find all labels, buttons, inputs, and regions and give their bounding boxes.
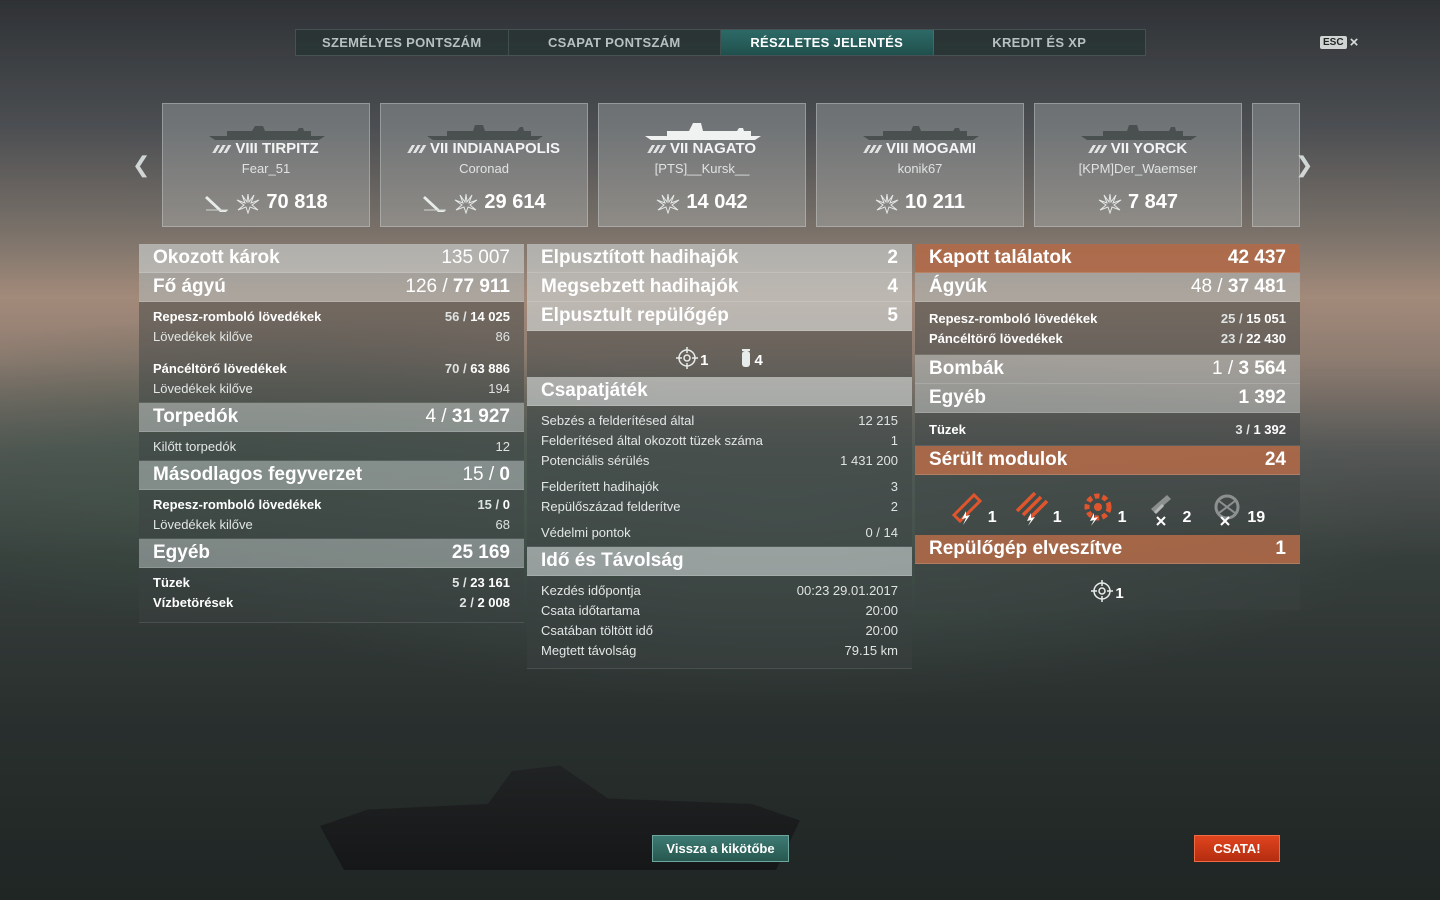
player-name: [KPM]Der_Waemser (1078, 161, 1198, 176)
tab-credits-xp[interactable]: KREDIT ÉS XP (934, 30, 1146, 55)
class-icon (861, 145, 883, 154)
ship-score: 14 042 (599, 191, 805, 214)
ship-card[interactable]: VIII MOGAMI konik67 10 211 (816, 103, 1024, 227)
torpedoes-header: Torpedók 4 / 31 927 (139, 403, 524, 432)
main-battery-damaged-icon (951, 492, 982, 525)
ship-score: 70 818 (163, 191, 369, 214)
other-damage-header: Egyéb 25 169 (139, 539, 524, 568)
ship-name: VII INDIANAPOLIS (381, 140, 587, 157)
ship-name: VII NAGATO (599, 140, 805, 157)
ship-silhouette-icon (863, 126, 979, 140)
carousel-prev-button[interactable]: ❮ (132, 152, 150, 178)
ship-card[interactable]: VII INDIANAPOLIS Coronad 29 614 (380, 103, 588, 227)
guns-details: Repesz-romboló lövedékek 25 / 15 051 Pánc… (915, 302, 1300, 355)
tab-detailed-report[interactable]: RÉSZLETES JELENTÉS (721, 30, 934, 55)
class-icon (1086, 145, 1108, 154)
planes-lost-header: Repülőgép elveszítve 1 (915, 535, 1300, 564)
player-name: [PTS]__Kursk__ (654, 161, 750, 176)
ship-card[interactable]: VII NAGATO [PTS]__Kursk__ 14 042 (598, 103, 806, 227)
class-icon (405, 145, 427, 154)
damage-burst-icon (1098, 193, 1122, 214)
guns-header: Ágyúk 48 / 37 481 (915, 273, 1300, 302)
teamplay-details: Sebzés a felderítésed által 12 215 Felder… (527, 406, 912, 547)
steering-gear-icon (1150, 495, 1171, 526)
return-to-port-button[interactable]: Vissza a kikötőbe (652, 835, 789, 862)
secondary-header: Másodlagos fegyverzet 15 / 0 (139, 461, 524, 490)
ship-score: 29 614 (381, 191, 587, 214)
player-name: Coronad (459, 161, 509, 176)
close-icon: × (1349, 34, 1359, 51)
tab-team-score[interactable]: CSAPAT PONTSZÁM (509, 30, 721, 55)
ship-card[interactable]: VII YORCK [KPM]Der_Waemser 7 847 (1034, 103, 1242, 227)
crosshair-icon (1091, 580, 1114, 602)
battle-button[interactable]: CSATA! (1194, 835, 1280, 862)
fighter-kills: 1 (676, 347, 709, 369)
damage-dealt-header: Okozott károk 135 007 (139, 244, 524, 273)
other-damage-details: Tüzek 5 / 23 161 Vízbetörések 2 / 2 008 (139, 568, 524, 623)
damaged-modules-header: Sérült modulok 24 (915, 446, 1300, 475)
planes-lost-breakdown: 1 (915, 564, 1300, 610)
aa-kills: 4 (739, 347, 763, 369)
secondary-details: Repesz-romboló lövedékek 15 / 0 Lövedékek… (139, 490, 524, 539)
damage-burst-icon (657, 193, 680, 214)
ship-name: VIII TIRPITZ (163, 140, 369, 157)
time-distance-header: Idő és Távolság (527, 547, 912, 576)
ships-destroyed-row: Elpusztított hadihajók 2 (527, 244, 912, 273)
crosshair-icon (676, 347, 699, 369)
other-received-header: Egyéb 1 392 (915, 384, 1300, 413)
ship-name: VIII MOGAMI (817, 140, 1023, 157)
tab-personal-score[interactable]: SZEMÉLYES PONTSZÁM (296, 30, 509, 55)
ships-damaged-row: Megsebzett hadihajók 4 (527, 273, 912, 302)
fighter-lost: 1 (1091, 580, 1124, 602)
torpedoes-details: Kilőtt torpedók 12 (139, 432, 524, 461)
planes-destroyed-breakdown: 1 4 (527, 331, 912, 377)
player-name: konik67 (897, 161, 943, 176)
time-distance-details: Kezdés időpontja 00:23 29.01.2017 Csata i… (527, 576, 912, 669)
close-button[interactable]: ESC × (1320, 34, 1358, 51)
class-icon (211, 145, 232, 154)
ship-card-partial[interactable] (1252, 103, 1300, 227)
ship-score: 10 211 (817, 191, 1023, 214)
class-icon (645, 145, 667, 154)
engine-damaged-icon (1084, 493, 1112, 526)
ship-score: 7 847 (1035, 191, 1241, 214)
planes-destroyed-row: Elpusztult repülőgép 5 (527, 302, 912, 331)
module-main-battery: 1 (950, 491, 997, 527)
ship-name: VII YORCK (1035, 140, 1241, 157)
torpedo-tube-damaged-icon (1015, 491, 1048, 526)
aa-shell-icon (741, 349, 750, 367)
module-engine: 1 (1080, 491, 1127, 527)
hits-received-header: Kapott találatok 42 437 (915, 244, 1300, 273)
main-battery-details: Repesz-romboló lövedékek 56 / 14 025 Löve… (139, 302, 524, 403)
ship-silhouette-icon (645, 123, 761, 140)
ship-silhouette-icon (209, 126, 325, 140)
torpedo-hit-icon (205, 195, 229, 212)
damage-burst-icon (875, 193, 899, 214)
bombs-header: Bombák 1 / 3 564 (915, 355, 1300, 384)
torpedo-hit-icon (423, 195, 447, 212)
player-name: Fear_51 (241, 161, 291, 176)
aa-gun-icon (1214, 494, 1240, 526)
damage-burst-icon (237, 193, 260, 214)
ship-card[interactable]: VIII TIRPITZ Fear_51 70 818 (162, 103, 370, 227)
ship-silhouette-icon (1081, 125, 1197, 140)
kills-panel: Elpusztított hadihajók 2 Megsebzett hadih… (527, 244, 912, 669)
esc-key-label: ESC (1320, 36, 1347, 49)
damage-received-panel: Kapott találatok 42 437 Ágyúk 48 / 37 481… (915, 244, 1300, 610)
damage-burst-icon (455, 193, 478, 214)
module-aa: 19 (1209, 491, 1265, 527)
other-received-details: Tüzek 3 / 1 392 (915, 413, 1300, 446)
damage-dealt-panel: Okozott károk 135 007 Fő ágyú 126 / 77 91… (139, 244, 524, 623)
damaged-modules-list: 1 1 1 2 19 (915, 475, 1300, 535)
module-steering: 2 (1145, 491, 1191, 527)
main-battery-header: Fő ágyú 126 / 77 911 (139, 273, 524, 302)
tab-bar: SZEMÉLYES PONTSZÁM CSAPAT PONTSZÁM RÉSZL… (295, 29, 1146, 56)
ship-silhouette-icon (427, 125, 543, 140)
teamplay-header: Csapatjáték (527, 377, 912, 406)
module-torpedo: 1 (1015, 491, 1062, 527)
